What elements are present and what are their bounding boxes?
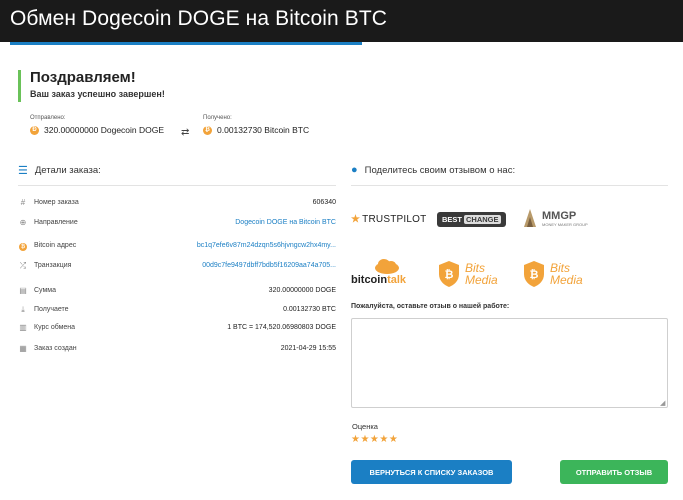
trustpilot-link[interactable]: ★ TRUSTPILOT — [351, 214, 426, 225]
bitsmedia-link-2[interactable]: ₿ Bits Media — [522, 260, 583, 288]
rating-stars[interactable]: ★★★★★ — [351, 434, 398, 445]
received-value: ₿ 0.00132730 Bitcoin BTC — [203, 125, 309, 135]
resize-grip-icon[interactable]: ◢ — [660, 399, 665, 407]
sent-label: Отправлено: — [30, 115, 66, 121]
transaction-link[interactable]: 00d9c7fe9497dbff7bdb5f16209aa74a705... — [202, 262, 336, 269]
mmgp-logo: MMGP MONEY MAKER GROUP — [542, 209, 588, 227]
bitsmedia-logo: Bits Media — [550, 261, 583, 287]
detail-value: 320.00000000 DOGE — [268, 287, 336, 294]
bar-chart-icon: ▥ — [19, 323, 27, 332]
bitcointalk-link[interactable]: bitcointalk — [351, 258, 406, 286]
bestchange-link[interactable]: BEST CHANGE — [437, 212, 506, 227]
bitsmedia-shield-icon: ₿ — [439, 261, 459, 287]
feedback-divider — [351, 185, 668, 186]
dogecoin-icon: Ð — [30, 125, 39, 135]
detail-row-order-number: # Номер заказа 606340 — [18, 198, 336, 212]
sent-block: Отправлено: Ð 320.00000000 Dogecoin DOGE — [30, 115, 164, 135]
header-accent-line — [10, 42, 362, 45]
review-textarea[interactable] — [351, 318, 668, 408]
detail-key: Сумма — [34, 287, 56, 294]
detail-row-amount: ▤ Сумма 320.00000000 DOGE — [18, 286, 336, 300]
detail-key: Направление — [34, 219, 78, 226]
details-section-title: ☰ Детали заказа: — [18, 164, 101, 177]
send-review-button[interactable]: ОТПРАВИТЬ ОТЗЫВ — [560, 460, 668, 484]
bitsmedia-logo: Bits Media — [465, 261, 498, 287]
detail-row-rate: ▥ Курс обмена 1 BTC = 174,520.06980803 D… — [18, 323, 336, 337]
page-title: Обмен Dogecoin DOGE на Bitcoin BTC — [10, 7, 388, 30]
detail-key: Получаете — [34, 306, 69, 313]
calendar-icon: ▦ — [19, 344, 27, 353]
coins-icon: ▤ — [19, 286, 27, 295]
bitcoin-icon: ₿ — [19, 243, 27, 251]
detail-row-created: ▦ Заказ создан 2021-04-29 15:55 — [18, 344, 336, 358]
mmgp-mark-icon — [524, 209, 536, 227]
bitsmedia-shield-icon: ₿ — [524, 261, 544, 287]
detail-row-transaction: ⤮ Транзакция 00d9c7fe9497dbff7bdb5f16209… — [18, 261, 336, 275]
review-label: Пожалуйста, оставьте отзыв о нашей работ… — [351, 303, 510, 310]
chat-bubble-icon: ● — [351, 164, 358, 176]
svg-text:₿: ₿ — [445, 268, 454, 281]
received-label: Получено: — [203, 115, 232, 121]
bitcoin-icon: ₿ — [203, 125, 212, 135]
trustpilot-logo: ★ TRUSTPILOT — [351, 214, 427, 225]
mmgp-link[interactable]: MMGP MONEY MAKER GROUP — [522, 207, 588, 229]
received-block: Получено: ₿ 0.00132730 Bitcoin BTC — [203, 115, 309, 135]
success-title: Поздравляем! — [30, 69, 136, 86]
detail-key: Заказ создан — [34, 345, 77, 352]
back-to-orders-button[interactable]: ВЕРНУТЬСЯ К СПИСКУ ЗАКАЗОВ — [351, 460, 512, 484]
swap-arrows-icon: ⇄ — [181, 127, 190, 138]
feedback-title-text: Поделитесь своим отзывом о нас: — [364, 164, 516, 176]
details-divider — [18, 185, 336, 186]
feedback-section-title: ● Поделитесь своим отзывом о нас: — [351, 164, 515, 176]
shuffle-icon: ⤮ — [19, 261, 27, 270]
bitcointalk-logo: bitcointalk — [351, 274, 407, 286]
hash-icon: # — [20, 198, 26, 207]
detail-key: Bitcoin адрес — [34, 242, 77, 249]
success-notice: Поздравляем! Ваш заказ успешно завершен! — [18, 70, 165, 102]
bitsmedia-link-1[interactable]: ₿ Bits Media — [437, 260, 498, 288]
detail-row-bitcoin-address: ₿ Bitcoin адрес bc1q7efe6v87m24dzqn5s6hj… — [18, 241, 336, 255]
download-icon: ⤓ — [21, 305, 25, 314]
list-icon: ☰ — [18, 165, 28, 177]
detail-key: Номер заказа — [34, 199, 79, 206]
detail-row-direction: ⊕ Направление Dogecoin DOGE на Bitcoin B… — [18, 218, 336, 232]
bestchange-logo: BEST CHANGE — [437, 212, 506, 227]
direction-link[interactable]: Dogecoin DOGE на Bitcoin BTC — [235, 219, 336, 226]
detail-row-receive: ⤓ Получаете 0.00132730 BTC — [18, 305, 336, 319]
received-amount: 0.00132730 Bitcoin BTC — [217, 125, 310, 135]
header-bar: Обмен Dogecoin DOGE на Bitcoin BTC — [0, 0, 683, 42]
detail-key: Транзакция — [34, 262, 72, 269]
svg-text:₿: ₿ — [530, 268, 539, 281]
success-subtitle: Ваш заказ успешно завершен! — [30, 89, 165, 99]
direction-icon: ⊕ — [19, 218, 27, 227]
sent-value: Ð 320.00000000 Dogecoin DOGE — [30, 125, 164, 135]
detail-value: 0.00132730 BTC — [283, 306, 336, 313]
bitcoin-address-link[interactable]: bc1q7efe6v87m24dzqn5s6hjvngcw2hx4my... — [197, 242, 336, 249]
cloud-icon — [375, 259, 399, 274]
detail-value: 606340 — [312, 199, 336, 206]
detail-key: Курс обмена — [34, 324, 76, 331]
details-title-text: Детали заказа: — [34, 165, 101, 176]
rating-label: Оценка — [352, 422, 378, 431]
detail-value: 1 BTC = 174,520.06980803 DOGE — [227, 324, 336, 331]
detail-value: 2021-04-29 15:55 — [280, 345, 336, 352]
sent-amount: 320.00000000 Dogecoin DOGE — [44, 125, 165, 135]
